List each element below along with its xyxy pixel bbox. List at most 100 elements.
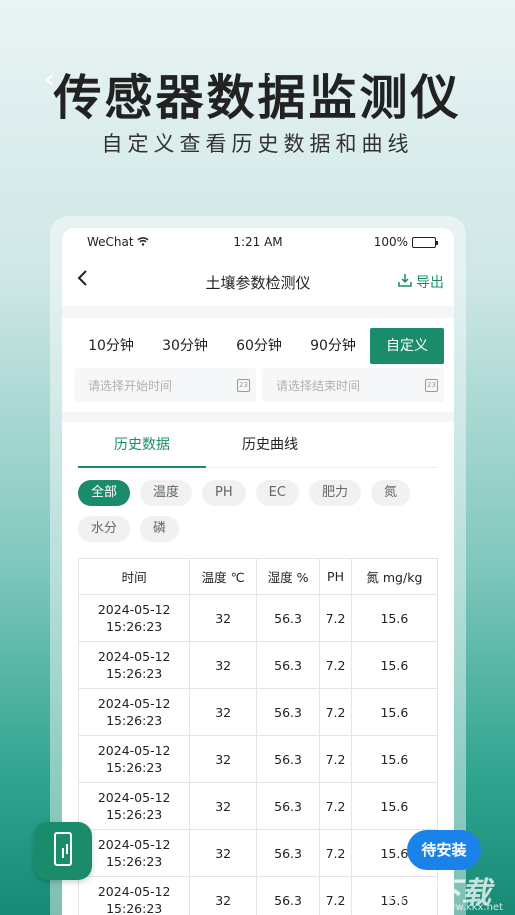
cell-humidity: 56.3 — [255, 876, 321, 915]
time-option-60min[interactable]: 60分钟 — [222, 328, 296, 364]
history-tabs: 历史数据 历史曲线 — [78, 422, 438, 468]
cell-ph: 7.2 — [319, 876, 352, 915]
time-option-10min[interactable]: 10分钟 — [74, 328, 148, 364]
cell-temperature: 32 — [189, 594, 257, 642]
chip-temperature[interactable]: 温度 — [140, 480, 193, 506]
history-card: 历史数据 历史曲线 全部 温度 PH EC 肥力 氮 水分 磷 时间 温度 ℃ … — [62, 422, 454, 915]
cell-date: 2024-05-12 — [97, 649, 171, 664]
calendar-icon: 23 — [425, 378, 438, 392]
nav-bar: 土壤参数检测仪 导出 — [62, 258, 454, 306]
cell-ph: 7.2 — [319, 782, 352, 830]
column-header-time: 时间 — [77, 558, 191, 595]
calendar-icon: 23 — [237, 378, 250, 392]
cell-clock: 15:26:23 — [106, 619, 163, 634]
history-table: 时间 温度 ℃ 湿度 % PH 氮 mg/kg 2024-05-12 15:26:… — [77, 558, 439, 915]
cell-temperature: 32 — [189, 876, 257, 915]
cell-nitrogen: 15.6 — [350, 594, 439, 642]
battery-percent: 100% — [373, 235, 408, 249]
time-range-segmented: 10分钟 30分钟 60分钟 90分钟 自定义 — [74, 328, 444, 364]
cell-ph: 7.2 — [319, 829, 352, 877]
battery-icon — [412, 236, 438, 248]
cell-time: 2024-05-12 15:26:23 — [77, 876, 191, 915]
column-header-nitrogen: 氮 mg/kg — [350, 558, 439, 595]
cell-nitrogen: 15.6 — [350, 688, 439, 736]
column-header-ph: PH — [319, 558, 352, 595]
cell-ph: 7.2 — [319, 641, 352, 689]
date-range-row: 请选择开始时间 23 请选择结束时间 23 — [74, 368, 444, 402]
watermark-url: www.kkx.net — [439, 902, 503, 913]
table-row: 2024-05-12 15:26:23 32 56.3 7.2 15.6 — [77, 641, 439, 689]
chip-fertility[interactable]: 肥力 — [308, 480, 361, 506]
cell-clock: 15:26:23 — [106, 760, 163, 775]
status-bar: WeChat 1:21 AM 100% — [62, 228, 454, 258]
app-icon[interactable] — [34, 822, 92, 880]
cell-date: 2024-05-12 — [97, 790, 171, 805]
cell-date: 2024-05-12 — [97, 602, 171, 617]
chip-moisture[interactable]: 水分 — [78, 516, 131, 542]
export-button[interactable]: 导出 — [398, 272, 444, 292]
cell-ph: 7.2 — [319, 735, 352, 783]
chip-all[interactable]: 全部 — [78, 480, 131, 506]
device-icon — [54, 832, 72, 866]
parameter-chips: 全部 温度 PH EC 肥力 氮 水分 磷 — [78, 468, 438, 552]
cell-time: 2024-05-12 15:26:23 — [77, 641, 191, 689]
tab-history-data[interactable]: 历史数据 — [78, 422, 206, 468]
cell-nitrogen: 15.6 — [350, 782, 439, 830]
chip-phosphorus[interactable]: 磷 — [140, 516, 180, 542]
chip-ec[interactable]: EC — [255, 480, 299, 506]
start-time-placeholder: 请选择开始时间 — [88, 378, 173, 393]
chevron-right-icon: › — [266, 66, 274, 90]
cell-clock: 15:26:23 — [106, 854, 163, 869]
hero-subtitle: 自定义查看历史数据和曲线 — [101, 132, 414, 156]
tab-history-curve[interactable]: 历史曲线 — [206, 422, 334, 467]
cell-humidity: 56.3 — [255, 594, 321, 642]
page-title: 土壤参数检测仪 — [205, 274, 311, 292]
start-time-input[interactable]: 请选择开始时间 23 — [74, 368, 256, 402]
cell-humidity: 56.3 — [255, 688, 321, 736]
phone-screen: WeChat 1:21 AM 100% 土壤参数检测仪 导出 10分钟 30分钟… — [62, 228, 454, 915]
table-row: 2024-05-12 15:26:23 32 56.3 7.2 15.6 — [77, 594, 439, 642]
battery-status: 100% — [373, 235, 438, 249]
cell-clock: 15:26:23 — [106, 666, 163, 681]
cell-temperature: 32 — [189, 641, 257, 689]
cell-time: 2024-05-12 15:26:23 — [77, 782, 191, 830]
cell-temperature: 32 — [189, 782, 257, 830]
table-body: 2024-05-12 15:26:23 32 56.3 7.2 15.6 2024… — [77, 594, 439, 915]
cell-humidity: 56.3 — [255, 641, 321, 689]
cell-humidity: 56.3 — [255, 829, 321, 877]
cell-time: 2024-05-12 15:26:23 — [77, 735, 191, 783]
cell-date: 2024-05-12 — [97, 696, 171, 711]
install-button[interactable]: 待安装 — [407, 830, 481, 870]
time-option-30min[interactable]: 30分钟 — [148, 328, 222, 364]
cell-ph: 7.2 — [319, 594, 352, 642]
chip-nitrogen[interactable]: 氮 — [370, 480, 410, 506]
cell-temperature: 32 — [189, 735, 257, 783]
export-icon — [398, 273, 412, 291]
export-label: 导出 — [416, 275, 444, 291]
time-option-90min[interactable]: 90分钟 — [296, 328, 370, 364]
cell-date: 2024-05-12 — [97, 743, 171, 758]
cell-clock: 15:26:23 — [106, 807, 163, 822]
cell-clock: 15:26:23 — [106, 901, 163, 915]
table-row: 2024-05-12 15:26:23 32 56.3 7.2 15.6 — [77, 688, 439, 736]
table-row: 2024-05-12 15:26:23 32 56.3 7.2 15.6 — [77, 735, 439, 783]
time-option-custom[interactable]: 自定义 — [370, 328, 444, 364]
cell-humidity: 56.3 — [255, 782, 321, 830]
cell-nitrogen: 15.6 — [350, 735, 439, 783]
end-time-placeholder: 请选择结束时间 — [276, 378, 361, 393]
chip-ph[interactable]: PH — [202, 480, 246, 506]
column-header-temperature: 温度 ℃ — [189, 558, 257, 595]
cell-ph: 7.2 — [319, 688, 352, 736]
cell-date: 2024-05-12 — [97, 837, 171, 852]
cell-time: 2024-05-12 15:26:23 — [77, 594, 191, 642]
column-header-humidity: 湿度 % — [255, 558, 321, 595]
hero-title: 传感器数据监测仪 — [53, 70, 462, 126]
table-row: 2024-05-12 15:26:23 32 56.3 7.2 15.6 — [77, 782, 439, 830]
cell-date: 2024-05-12 — [97, 884, 171, 899]
chevron-left-icon: ‹ — [44, 62, 56, 95]
table-header-row: 时间 温度 ℃ 湿度 % PH 氮 mg/kg — [77, 558, 439, 595]
end-time-input[interactable]: 请选择结束时间 23 — [262, 368, 444, 402]
time-filter-card: 10分钟 30分钟 60分钟 90分钟 自定义 请选择开始时间 23 请选择结束… — [62, 318, 454, 412]
cell-temperature: 32 — [189, 829, 257, 877]
cell-time: 2024-05-12 15:26:23 — [77, 688, 191, 736]
